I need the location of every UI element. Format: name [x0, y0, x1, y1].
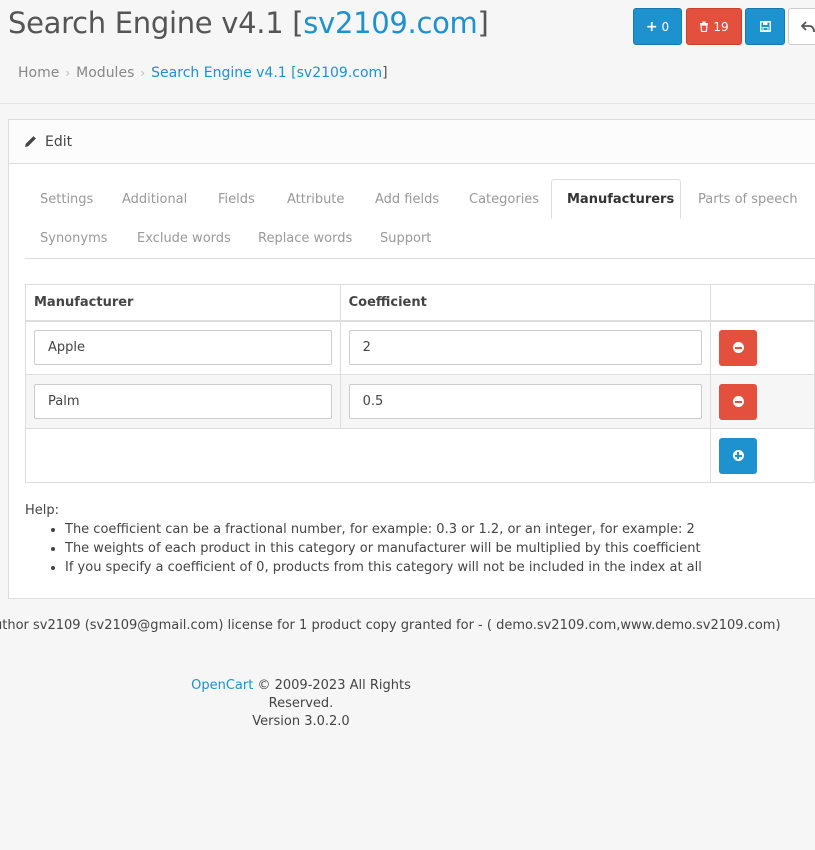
plus-circle-icon — [732, 450, 744, 461]
page-header: Search Engine v4.1 [sv2109.com] + 0 19 H… — [0, 0, 815, 104]
add-row-button[interactable] — [719, 437, 758, 474]
author-license-line: uthor sv2109 (sv2109@gmail.com) license … — [0, 618, 781, 633]
trash-icon — [700, 21, 709, 32]
save-button[interactable] — [745, 8, 785, 45]
minus-circle-icon — [732, 342, 744, 354]
breadcrumb-home[interactable]: Home — [18, 65, 59, 81]
table-row: Apple 2 — [25, 320, 815, 375]
tab-support[interactable]: Support — [380, 231, 431, 246]
help-item: The coefficient can be a fractional numb… — [65, 520, 702, 539]
tab-divider — [25, 258, 815, 259]
help-list: The coefficient can be a fractional numb… — [25, 520, 702, 577]
breadcrumb-separator-icon: › — [65, 66, 71, 80]
column-header-coefficient: Coefficient — [339, 284, 712, 322]
manufacturer-coefficient-table: Manufacturer Coefficient Apple 2 Palm 0.… — [24, 284, 815, 483]
remove-row-button[interactable] — [719, 329, 758, 366]
column-header-action — [710, 284, 815, 322]
panel-heading: Edit — [9, 120, 815, 164]
add-row — [24, 428, 815, 483]
tab-categories[interactable]: Categories — [469, 192, 539, 207]
copyright-text: © 2009-2023 All Rights Reserved. — [253, 678, 411, 711]
remove-row-button[interactable] — [719, 383, 758, 420]
coefficient-input[interactable]: 2 — [348, 330, 703, 366]
save-icon — [759, 21, 771, 32]
tab-parts-of-speech[interactable]: Parts of speech — [698, 192, 798, 207]
tab-exclude-words[interactable]: Exclude words — [137, 231, 231, 246]
delete-button[interactable]: 19 — [686, 8, 742, 45]
page-title-prefix: Search Engine v4.1 [ — [8, 6, 304, 40]
breadcrumb: Home › Modules › Search Engine v4.1 [sv2109.… — [18, 65, 388, 81]
breadcrumb-separator-icon: › — [140, 66, 146, 80]
tab-attribute[interactable]: Attribute — [287, 192, 344, 207]
help-section: Help: The coefficient can be a fractiona… — [25, 501, 702, 577]
help-title: Help: — [25, 503, 60, 518]
tab-replace-words[interactable]: Replace words — [258, 231, 352, 246]
pencil-icon — [25, 136, 36, 147]
tab-manufacturers[interactable]: Manufacturers — [567, 192, 674, 207]
page-title-site: sv2109.com — [303, 6, 478, 40]
edit-panel: Edit Settings Additional Fields Attribut… — [8, 119, 815, 599]
footer-version: Version 3.0.2.0 — [252, 714, 350, 729]
table-row: Palm 0.5 — [25, 374, 815, 429]
table-header-row: Manufacturer Coefficient — [25, 284, 815, 322]
minus-circle-icon — [732, 396, 744, 407]
manufacturer-input[interactable]: Apple — [34, 330, 332, 366]
breadcrumb-current-tail: ] — [382, 65, 388, 81]
delete-count: 19 — [713, 19, 729, 34]
tab-fields[interactable]: Fields — [218, 192, 255, 207]
coefficient-input[interactable]: 0.5 — [348, 384, 703, 419]
add-count: 0 — [661, 19, 670, 34]
breadcrumb-modules[interactable]: Modules — [76, 65, 134, 81]
tab-synonyms[interactable]: Synonyms — [40, 231, 108, 246]
help-item: The weights of each product in this cate… — [65, 539, 702, 558]
page-title: Search Engine v4.1 [sv2109.com] — [8, 6, 489, 40]
add-button[interactable]: + 0 — [633, 8, 682, 45]
tab-add-fields[interactable]: Add fields — [375, 192, 439, 207]
reply-icon — [801, 20, 815, 32]
plus-icon: + — [645, 18, 658, 35]
footer: OpenCart © 2009-2023 All Rights Reserved… — [171, 677, 431, 731]
back-button[interactable] — [788, 8, 815, 45]
panel-heading-label: Edit — [45, 133, 73, 150]
breadcrumb-current[interactable]: Search Engine v4.1 [sv2109.com — [151, 65, 382, 81]
column-header-manufacturer: Manufacturer — [25, 284, 341, 322]
opencart-link[interactable]: OpenCart — [191, 678, 253, 693]
manufacturer-input[interactable]: Palm — [34, 384, 332, 419]
page-title-suffix: ] — [477, 6, 489, 40]
footer-copyright: OpenCart © 2009-2023 All Rights Reserved… — [171, 677, 431, 713]
help-item: If you specify a coefficient of 0, produ… — [65, 558, 702, 577]
tab-additional[interactable]: Additional — [122, 192, 187, 207]
tab-settings[interactable]: Settings — [40, 192, 93, 207]
